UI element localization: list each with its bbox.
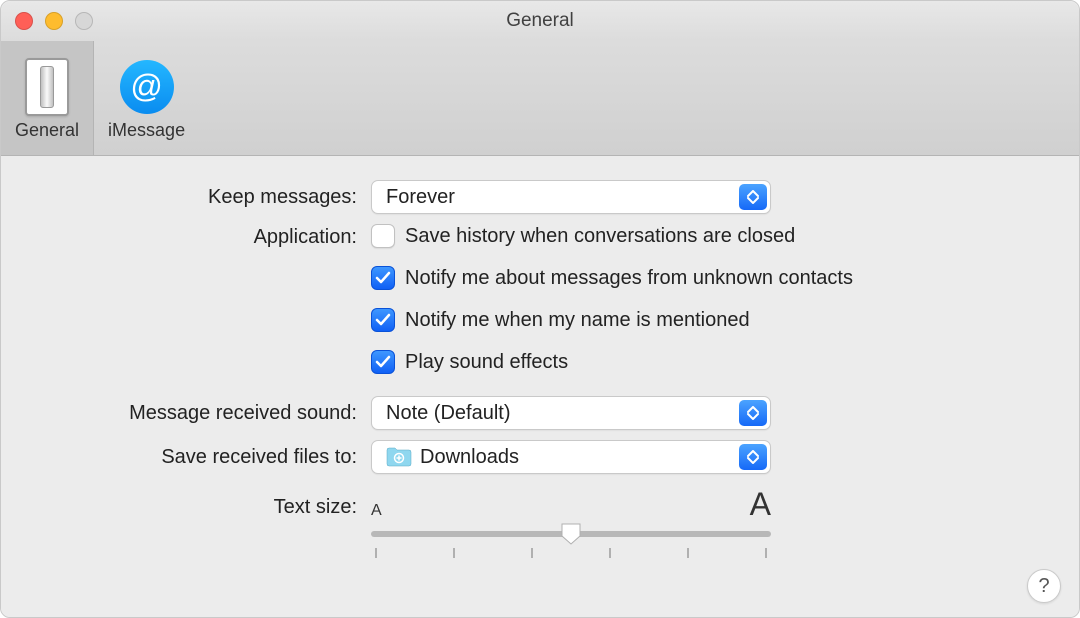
general-icon xyxy=(18,58,76,116)
preferences-toolbar: General @ iMessage xyxy=(1,41,1079,156)
slider-tick xyxy=(687,548,689,558)
traffic-lights xyxy=(1,12,93,30)
save-history-checkbox[interactable] xyxy=(371,224,395,248)
tab-general[interactable]: General xyxy=(1,41,94,155)
save-history-label: Save history when conversations are clos… xyxy=(405,225,795,248)
play-sound-option: Play sound effects xyxy=(371,350,853,374)
slider-ticks xyxy=(371,548,771,558)
play-sound-label: Play sound effects xyxy=(405,351,568,374)
received-sound-value: Note (Default) xyxy=(386,402,511,425)
notify-unknown-option: Notify me about messages from unknown co… xyxy=(371,266,853,290)
slider-tick xyxy=(375,548,377,558)
save-files-label: Save received files to: xyxy=(41,446,371,469)
slider-tick xyxy=(609,548,611,558)
notify-mention-option: Notify me when my name is mentioned xyxy=(371,308,853,332)
keep-messages-label: Keep messages: xyxy=(41,186,371,209)
close-window-button[interactable] xyxy=(15,12,33,30)
slider-tick xyxy=(765,548,767,558)
text-size-small-icon: A xyxy=(371,502,382,520)
save-files-select[interactable]: Downloads xyxy=(371,440,771,474)
save-files-row: Save received files to: Downloads xyxy=(41,440,1039,474)
slider-thumb[interactable] xyxy=(560,522,582,546)
received-sound-row: Message received sound: Note (Default) xyxy=(41,396,1039,430)
titlebar: General xyxy=(1,1,1079,41)
application-label: Application: xyxy=(41,224,371,249)
keep-messages-select[interactable]: Forever xyxy=(371,180,771,214)
folder-icon xyxy=(386,447,412,467)
slider-tick xyxy=(453,548,455,558)
window-title: General xyxy=(1,10,1079,32)
chevron-up-down-icon xyxy=(739,184,767,210)
help-button[interactable]: ? xyxy=(1027,569,1061,603)
text-size-label: Text size: xyxy=(41,488,371,519)
received-sound-select[interactable]: Note (Default) xyxy=(371,396,771,430)
notify-unknown-checkbox[interactable] xyxy=(371,266,395,290)
save-history-option: Save history when conversations are clos… xyxy=(371,224,853,248)
tab-imessage[interactable]: @ iMessage xyxy=(94,41,199,155)
preferences-window: General General @ iMessage Keep messages… xyxy=(0,0,1080,618)
general-pane: Keep messages: Forever Application: Save xyxy=(1,156,1079,617)
text-size-row: Text size: A A xyxy=(41,488,1039,558)
at-sign-icon: @ xyxy=(118,58,176,116)
notify-mention-checkbox[interactable] xyxy=(371,308,395,332)
keep-messages-value: Forever xyxy=(386,186,455,209)
notify-unknown-label: Notify me about messages from unknown co… xyxy=(405,267,853,290)
tab-general-label: General xyxy=(15,120,79,141)
minimize-window-button[interactable] xyxy=(45,12,63,30)
save-files-value: Downloads xyxy=(420,446,519,469)
help-icon: ? xyxy=(1038,575,1049,598)
text-size-large-icon: A xyxy=(750,488,771,520)
play-sound-checkbox[interactable] xyxy=(371,350,395,374)
slider-tick xyxy=(531,548,533,558)
text-size-slider[interactable]: A A xyxy=(371,488,771,558)
notify-mention-label: Notify me when my name is mentioned xyxy=(405,309,750,332)
keep-messages-row: Keep messages: Forever xyxy=(41,180,1039,214)
zoom-window-button[interactable] xyxy=(75,12,93,30)
tab-imessage-label: iMessage xyxy=(108,120,185,141)
chevron-up-down-icon xyxy=(739,400,767,426)
received-sound-label: Message received sound: xyxy=(41,402,371,425)
chevron-up-down-icon xyxy=(739,444,767,470)
application-row: Application: Save history when conversat… xyxy=(41,224,1039,382)
